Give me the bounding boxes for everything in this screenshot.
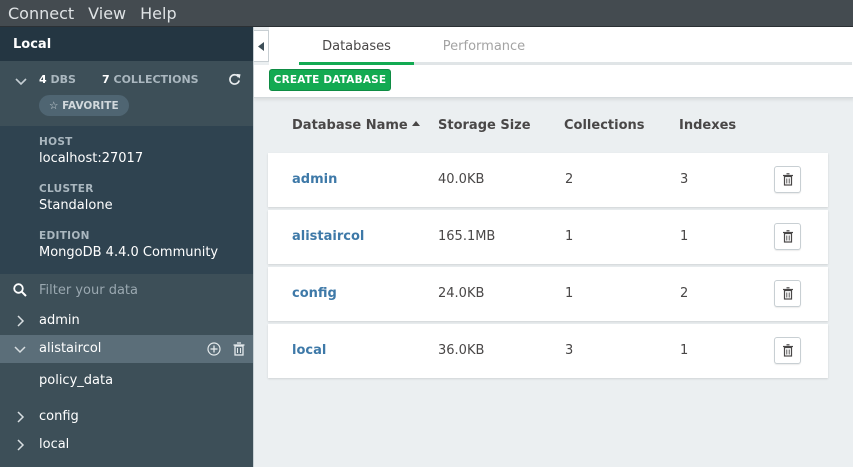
- host-value: localhost:27017: [39, 151, 144, 166]
- tab-performance[interactable]: Performance: [424, 27, 544, 65]
- collection-count: 7 COLLECTIONS: [102, 73, 199, 86]
- storage-size: 24.0KB: [438, 286, 485, 301]
- tab-bar: Databases Performance: [269, 27, 853, 65]
- refresh-icon[interactable]: [228, 73, 241, 86]
- sidebar-item-label: config: [39, 409, 79, 424]
- storage-size: 40.0KB: [438, 172, 485, 187]
- index-count: 1: [680, 343, 689, 358]
- drop-database-button[interactable]: [774, 166, 801, 193]
- sidebar-item-admin[interactable]: admin: [0, 307, 253, 335]
- menu-bar: Connect View Help: [0, 0, 853, 27]
- column-header-storage[interactable]: Storage Size: [438, 118, 531, 133]
- database-link-admin[interactable]: admin: [292, 172, 337, 187]
- menu-help[interactable]: Help: [138, 4, 178, 23]
- sidebar-item-config[interactable]: config: [0, 403, 253, 431]
- chevron-down-icon: [14, 346, 26, 354]
- chevron-right-icon: [17, 315, 25, 327]
- main-panel: Databases Performance CREATE DATABASE Da…: [253, 27, 853, 467]
- storage-size: 165.1MB: [438, 229, 496, 244]
- add-collection-icon[interactable]: [207, 342, 221, 356]
- host-label: HOST: [39, 136, 73, 148]
- collection-count: 1: [565, 286, 574, 301]
- sidebar-item-label: local: [39, 437, 70, 452]
- chevron-down-icon[interactable]: [15, 75, 27, 87]
- trash-icon: [783, 344, 793, 357]
- table-row: alistaircol 165.1MB 1 1: [268, 210, 828, 264]
- index-count: 2: [680, 286, 689, 301]
- database-link-local[interactable]: local: [292, 343, 326, 358]
- sidebar-filter: [0, 274, 253, 306]
- db-count: 4 DBS: [39, 73, 76, 86]
- cluster-value: Standalone: [39, 198, 113, 213]
- toolbar: CREATE DATABASE: [254, 65, 853, 98]
- column-header-indexes[interactable]: Indexes: [679, 118, 736, 133]
- edition-value: MongoDB 4.4.0 Community: [39, 245, 219, 260]
- trash-icon: [783, 230, 793, 243]
- database-link-config[interactable]: config: [292, 286, 337, 301]
- index-count: 3: [680, 172, 689, 187]
- caret-left-icon: [258, 42, 264, 51]
- database-link-alistaircol[interactable]: alistaircol: [292, 229, 364, 244]
- filter-input[interactable]: [39, 280, 239, 300]
- sidebar-item-alistaircol[interactable]: alistaircol: [0, 335, 253, 363]
- chevron-right-icon: [17, 439, 25, 451]
- menu-view[interactable]: View: [86, 4, 128, 23]
- collection-count: 3: [565, 343, 574, 358]
- table-row: config 24.0KB 1 2: [268, 267, 828, 321]
- table-row: admin 40.0KB 2 3: [268, 153, 828, 207]
- trash-icon: [783, 287, 793, 300]
- sidebar: Local 4 DBS 7 COLLECTIONS ☆ FAVORITE HOS…: [0, 27, 253, 467]
- instance-stats: 4 DBS 7 COLLECTIONS ☆ FAVORITE: [0, 61, 253, 126]
- sidebar-item-label: admin: [39, 313, 80, 328]
- cluster-label: CLUSTER: [39, 183, 94, 195]
- collection-label: policy_data: [39, 373, 114, 388]
- collection-count: 1: [565, 229, 574, 244]
- search-icon: [13, 283, 27, 297]
- create-database-button[interactable]: CREATE DATABASE: [269, 69, 391, 91]
- storage-size: 36.0KB: [438, 343, 485, 358]
- index-count: 1: [680, 229, 689, 244]
- column-header-collections[interactable]: Collections: [564, 118, 645, 133]
- drop-database-button[interactable]: [774, 223, 801, 250]
- instance-info: HOST localhost:27017 CLUSTER Standalone …: [0, 126, 253, 274]
- sort-ascending-icon: [411, 121, 420, 126]
- favorite-button[interactable]: ☆ FAVORITE: [39, 95, 129, 116]
- drop-database-button[interactable]: [774, 280, 801, 307]
- drop-database-button[interactable]: [774, 337, 801, 364]
- table-row: local 36.0KB 3 1: [268, 324, 828, 378]
- sidebar-item-local[interactable]: local: [0, 431, 253, 459]
- column-header-name[interactable]: Database Name: [292, 118, 420, 133]
- trash-icon[interactable]: [232, 342, 246, 356]
- collection-count: 2: [565, 172, 574, 187]
- chevron-right-icon: [17, 411, 25, 423]
- compass-window: Connect View Help Local 4 DBS 7 COLLECTI…: [0, 0, 853, 467]
- menu-connect[interactable]: Connect: [6, 4, 76, 23]
- sidebar-item-label: alistaircol: [39, 341, 102, 356]
- sidebar-collection-policy-data[interactable]: policy_data: [0, 364, 253, 398]
- collapse-sidebar-button[interactable]: [254, 30, 269, 62]
- connection-title[interactable]: Local: [0, 27, 253, 61]
- edition-label: EDITION: [39, 230, 90, 242]
- tab-databases[interactable]: Databases: [299, 27, 414, 65]
- trash-icon: [783, 173, 793, 186]
